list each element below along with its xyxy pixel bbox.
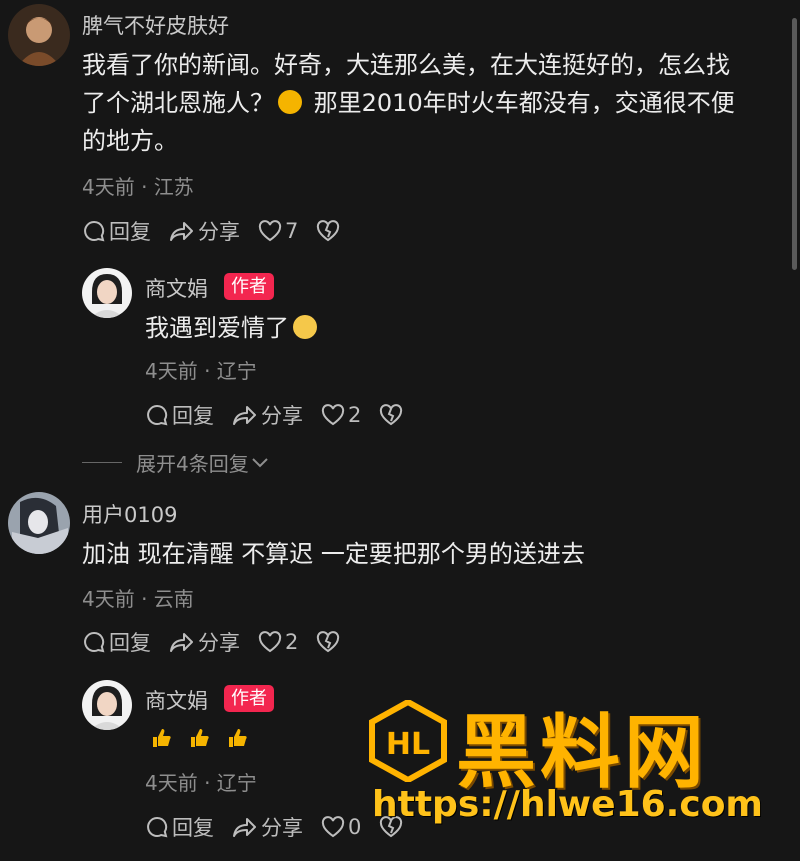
thumbs-up-emoji-icon	[191, 729, 209, 747]
comment-text-line: 我看了你的新闻。好奇，大连那么美，在大连挺好的，怎么找	[82, 51, 730, 79]
username[interactable]: 脾气不好皮肤好	[82, 10, 229, 40]
reply-button[interactable]: 回复	[82, 216, 151, 246]
reply-button[interactable]: 回复	[82, 627, 151, 657]
broken-heart-icon	[380, 404, 403, 426]
comment-section: 脾气不好皮肤好 我看了你的新闻。好奇，大连那么美，在大连挺好的，怎么找 了个湖北…	[0, 0, 800, 861]
avatar[interactable]	[82, 680, 132, 730]
comment-meta: 4天前 · 辽宁	[145, 771, 257, 795]
share-button[interactable]: 分享	[232, 812, 303, 842]
share-icon	[233, 406, 256, 425]
share-label: 分享	[261, 404, 303, 428]
share-button[interactable]: 分享	[169, 216, 240, 246]
comment-meta: 4天前 · 云南	[82, 587, 194, 611]
reply-icon	[84, 220, 105, 242]
avatar[interactable]	[8, 4, 70, 66]
reply-icon	[84, 631, 105, 653]
share-label: 分享	[198, 631, 240, 655]
comment-actions: 回复 分享 2	[82, 627, 361, 657]
share-button[interactable]: 分享	[169, 627, 240, 657]
watermark-logo-text: HL	[386, 727, 430, 762]
like-count: 2	[348, 403, 362, 427]
like-button[interactable]: 2	[321, 403, 361, 427]
dislike-button[interactable]	[316, 631, 343, 653]
comment-text-fragment: 那里2010年时火车都没有，交通很不便	[313, 89, 735, 117]
reply-label: 回复	[109, 631, 151, 655]
reply-label: 回复	[172, 404, 214, 428]
reply-label: 回复	[109, 220, 151, 244]
comment-text: 我遇到爱情了	[145, 309, 321, 347]
username[interactable]: 用户0109	[82, 499, 177, 529]
share-icon	[170, 222, 193, 241]
expand-replies-button[interactable]: 展开4条回复	[82, 448, 269, 477]
heart-icon	[258, 220, 282, 242]
dislike-button[interactable]	[316, 220, 343, 242]
watermark-logo: HL	[368, 698, 448, 784]
laughing-emoji-icon	[278, 90, 302, 114]
like-button[interactable]: 7	[258, 219, 298, 243]
reply-button[interactable]: 回复	[145, 812, 214, 842]
like-count: 0	[348, 815, 362, 839]
divider	[82, 462, 122, 463]
username[interactable]: 商文娟	[145, 685, 208, 715]
like-button[interactable]: 0	[321, 815, 361, 839]
username[interactable]: 商文娟	[145, 273, 208, 303]
dislike-button[interactable]	[379, 404, 406, 426]
heart-icon	[321, 816, 345, 838]
avatar[interactable]	[8, 492, 70, 554]
comment-text-fragment: 了个湖北恩施人？	[82, 89, 274, 117]
expand-label: 展开4条回复	[136, 452, 249, 476]
share-button[interactable]: 分享	[232, 400, 303, 430]
comment-text-fragment: 我遇到爱情了	[145, 314, 289, 342]
comment-text-line: 了个湖北恩施人？ 那里2010年时火车都没有，交通很不便	[82, 84, 782, 122]
broken-heart-icon	[317, 631, 340, 653]
comment-text: 加油 现在清醒 不算迟 一定要把那个男的送进去	[82, 540, 585, 568]
comment-text-line: 的地方。	[82, 127, 178, 155]
avatar[interactable]	[82, 268, 132, 318]
thumbs-up-emoji-icon	[153, 729, 171, 747]
share-icon	[170, 633, 193, 652]
like-button[interactable]: 2	[258, 630, 298, 654]
watermark-url: https://hlwe16.com	[372, 784, 763, 825]
share-icon	[233, 818, 256, 837]
comment-meta: 4天前 · 江苏	[82, 175, 194, 199]
comment-actions: 回复 分享 7	[82, 216, 361, 246]
author-tag: 作者	[224, 685, 274, 712]
reply-icon	[147, 816, 168, 838]
comment-meta: 4天前 · 辽宁	[145, 359, 257, 383]
reply-label: 回复	[172, 816, 214, 840]
reply-button[interactable]: 回复	[145, 400, 214, 430]
star-struck-emoji-icon	[293, 315, 317, 339]
thumbs-up-emoji-icon	[229, 729, 247, 747]
comment-actions: 回复 分享 2	[145, 400, 424, 430]
reply-icon	[147, 404, 168, 426]
chevron-down-icon	[252, 457, 268, 467]
scrollbar[interactable]	[792, 18, 797, 270]
heart-icon	[321, 404, 345, 426]
author-tag: 作者	[224, 273, 274, 300]
comment-text: 我看了你的新闻。好奇，大连那么美，在大连挺好的，怎么找 了个湖北恩施人？ 那里2…	[82, 46, 782, 160]
share-label: 分享	[198, 220, 240, 244]
heart-icon	[258, 631, 282, 653]
like-count: 7	[285, 219, 299, 243]
comment-text	[150, 726, 250, 750]
broken-heart-icon	[317, 220, 340, 242]
share-label: 分享	[261, 816, 303, 840]
like-count: 2	[285, 630, 299, 654]
